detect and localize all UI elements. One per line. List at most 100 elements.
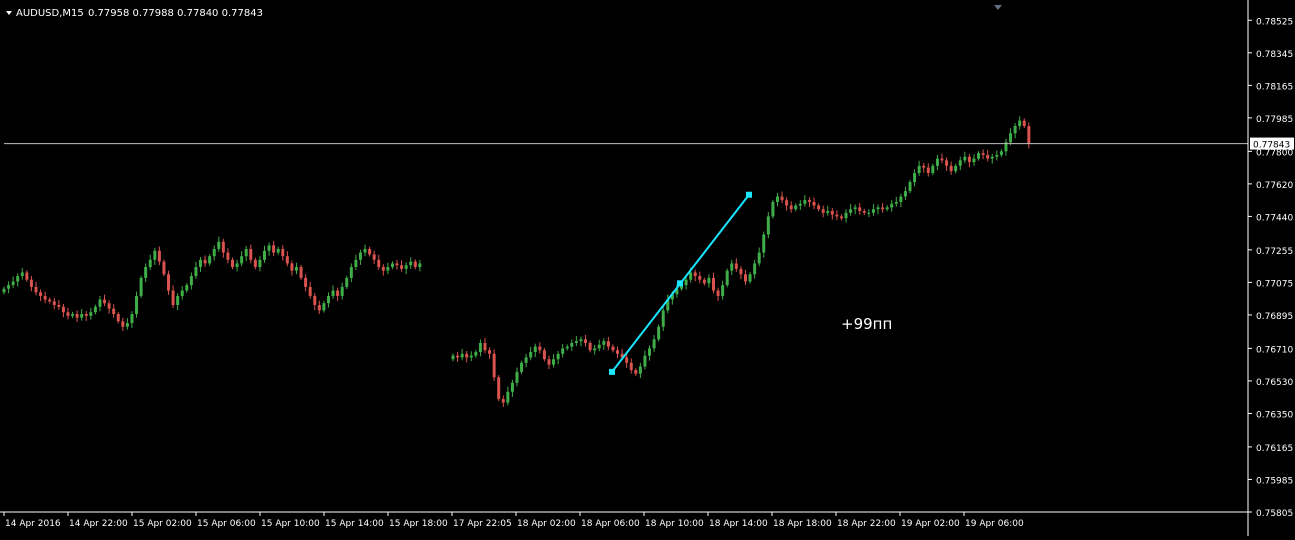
candle-body [478,342,482,353]
time-tick-label: 14 Apr 2016 [5,519,61,529]
price-tick-label: 0.78345 [1256,50,1293,60]
candle-body [931,165,935,174]
candle-body [235,263,239,268]
candle-body [547,359,551,365]
candle-body [409,261,413,266]
candle-body [506,391,510,403]
candle-body [885,207,889,210]
candle-body [121,321,125,327]
candle-body [538,346,542,351]
price-tick-label: 0.76350 [1256,410,1293,420]
candle-body [625,357,629,363]
candle-body [762,234,766,253]
candle-body [716,290,720,296]
price-tick-label: 0.76710 [1256,345,1293,355]
candle-body [515,371,519,383]
candle-body [2,288,6,293]
chart-window[interactable]: 0.78525 0.78345 0.78165 0.77985 0.77800 0.776… [0,0,1295,536]
candle-body [465,353,469,358]
candle-body [112,308,116,315]
candle-body [881,207,885,210]
trend-line-anchor[interactable] [746,191,752,198]
candle-body [80,314,84,318]
candle-body [413,261,417,268]
candle-body [565,346,569,349]
candle-body [372,254,376,260]
candle-body [203,259,207,264]
candle-body [867,212,871,214]
candle-body [958,160,962,166]
candle-body [276,248,280,253]
candle-body [643,355,647,367]
candle-body [61,306,65,313]
candle-body [1018,120,1022,127]
candle-body [661,310,665,327]
candle-body [157,250,161,262]
candle-body [474,352,478,356]
candle-body [903,191,907,197]
candle-body [103,299,107,304]
candle-body [244,248,248,257]
candle-body [629,362,633,371]
candle-body [497,377,501,400]
candle-body [990,156,994,159]
candle-body [212,248,216,257]
time-tick-label: 18 Apr 10:00 [645,519,704,529]
candle-body [354,259,358,268]
candle-body [285,256,289,264]
candle-body [757,252,761,264]
price-axis[interactable]: 0.785250.783450.781650.779850.778000.776… [1247,0,1294,536]
candle-body [390,263,394,268]
candle-body [693,272,697,277]
candle-body [11,281,15,286]
price-tick-label: 0.78165 [1256,82,1293,92]
candle-body [588,342,592,351]
price-tick-label: 0.76895 [1256,312,1293,322]
candle-body [185,285,189,291]
candle-body [597,344,601,349]
price-tick-label: 0.76165 [1256,444,1293,454]
price-chart[interactable]: 0.785250.783450.781650.779850.778000.776… [0,0,1295,536]
candle-body [986,154,990,159]
candle-body [894,201,898,204]
candle-body [533,346,537,353]
candle-body [899,196,903,202]
candle-body [322,303,326,311]
time-tick-label: 18 Apr 14:00 [709,519,768,529]
candle-body [167,274,171,291]
candle-body [153,250,157,260]
candle-body [308,286,312,296]
candle-body [981,153,985,155]
trend-line-anchor[interactable] [677,280,683,287]
trend-line-anchor[interactable] [609,368,615,375]
candle-body [803,200,807,204]
candle-body [267,245,271,251]
candle-body [336,290,340,296]
candle-body [66,312,70,316]
candle-body [20,272,24,277]
candle-body [171,290,175,306]
candle-body [98,299,102,307]
candle-body [125,323,129,327]
candle-body [144,267,148,278]
shift-marker-icon[interactable] [994,5,1002,10]
candle-body [922,165,926,168]
candle-body [368,248,372,255]
candle-body [584,339,588,343]
candle-body [349,267,353,278]
candle-body [483,342,487,351]
time-axis[interactable]: 14 Apr 2016 14 Apr 22:00 15 Apr 02:00 15 Ap… [0,511,1248,529]
candle-body [839,216,843,219]
candle-body [967,156,971,163]
candle-body [999,151,1003,155]
chart-menu-arrow-icon[interactable] [6,11,12,15]
candle-body [940,158,944,161]
candle-body [913,173,917,183]
candle-body [634,370,638,374]
price-tick-label: 0.77075 [1256,279,1293,289]
time-tick-label: 19 Apr 06:00 [965,519,1024,529]
candle-body [217,241,221,249]
trend-line-group[interactable] [609,191,752,375]
candle-body [231,259,234,268]
candle-body [849,209,853,213]
